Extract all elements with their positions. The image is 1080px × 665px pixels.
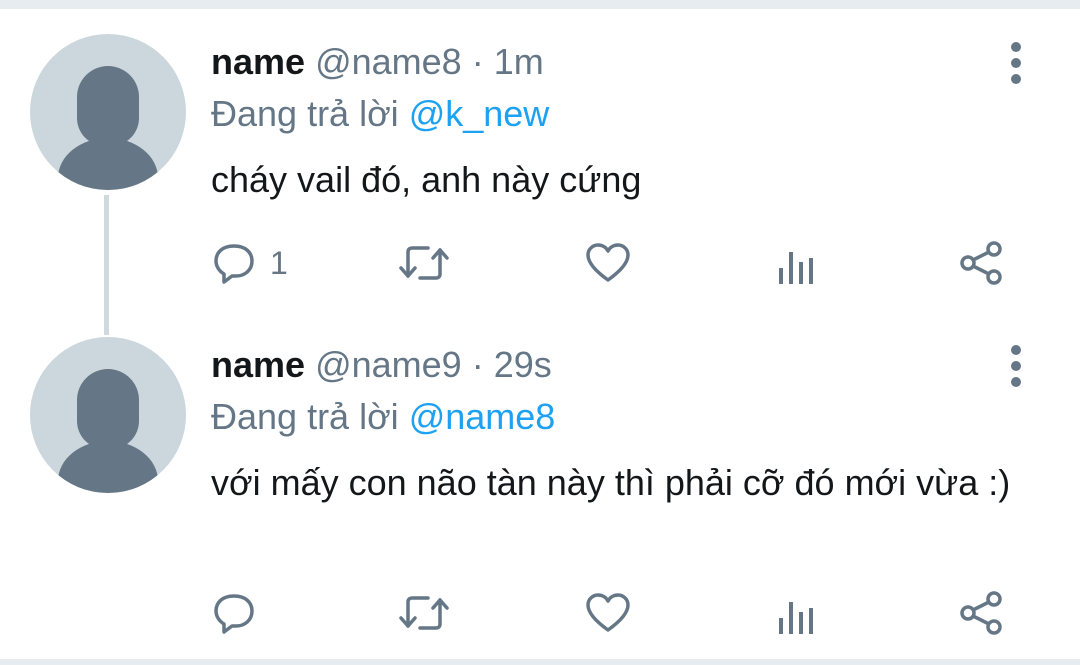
like-button[interactable] (584, 588, 632, 638)
tweet-text: cháy vail đó, anh này cứng (211, 159, 642, 200)
retweet-icon (399, 596, 449, 630)
reply-button[interactable]: 1 (212, 238, 288, 288)
replying-to-label: Đang trả lời (211, 396, 409, 437)
more-icon[interactable] (1006, 42, 1026, 86)
like-icon (586, 243, 630, 282)
replying-to-label: Đang trả lời (211, 93, 409, 134)
more-dot (1011, 58, 1021, 68)
reply-icon (214, 594, 254, 634)
more-dot (1011, 74, 1021, 84)
user-handle[interactable]: @name9 (315, 344, 462, 385)
timestamp[interactable]: 1m (494, 41, 544, 82)
avatar[interactable] (30, 337, 186, 493)
more-dot (1011, 361, 1021, 371)
avatar-body-shape (58, 138, 158, 190)
analytics-icon (779, 602, 813, 634)
separator-dot: · (461, 41, 494, 82)
tweet-thread: name @name8 · 1m Đang trả lời @k_new chá… (0, 0, 1080, 665)
share-button[interactable] (958, 238, 1006, 288)
replying-to-mention[interactable]: @k_new (409, 93, 550, 134)
like-button[interactable] (584, 238, 632, 288)
avatar[interactable] (30, 34, 186, 190)
tweet-header: name @name8 · 1m (211, 42, 544, 82)
timestamp[interactable]: 29s (494, 344, 552, 385)
share-icon (960, 591, 1002, 635)
bottom-divider (0, 659, 1080, 665)
avatar-head-shape (77, 66, 139, 146)
replying-to: Đang trả lời @k_new (211, 94, 549, 134)
tweet-2[interactable]: name @name9 · 29s Đang trả lời @name8 vớ… (0, 330, 1080, 659)
more-dot (1011, 377, 1021, 387)
more-dot (1011, 345, 1021, 355)
avatar-head-shape (77, 369, 139, 449)
avatar-body-shape (58, 441, 158, 493)
display-name[interactable]: name (211, 41, 305, 82)
tweet-header: name @name9 · 29s (211, 345, 552, 385)
like-icon (586, 593, 630, 632)
share-icon (960, 241, 1002, 285)
reply-button[interactable] (212, 588, 270, 638)
separator-dot: · (461, 344, 494, 385)
retweet-icon (399, 246, 449, 280)
analytics-button[interactable] (776, 242, 816, 292)
reply-icon (214, 244, 254, 284)
share-button[interactable] (958, 588, 1006, 638)
tweet-text: với mấy con não tàn này thì phải cỡ đó m… (211, 462, 1011, 503)
more-icon[interactable] (1006, 345, 1026, 389)
display-name[interactable]: name (211, 344, 305, 385)
replying-to: Đang trả lời @name8 (211, 397, 555, 437)
reply-count: 1 (270, 245, 288, 281)
analytics-icon (779, 252, 813, 284)
user-handle[interactable]: @name8 (315, 41, 462, 82)
analytics-button[interactable] (776, 592, 816, 642)
more-dot (1011, 42, 1021, 52)
replying-to-mention[interactable]: @name8 (409, 396, 556, 437)
retweet-button[interactable] (398, 238, 450, 288)
retweet-button[interactable] (398, 588, 450, 638)
tweet-1[interactable]: name @name8 · 1m Đang trả lời @k_new chá… (0, 0, 1080, 330)
